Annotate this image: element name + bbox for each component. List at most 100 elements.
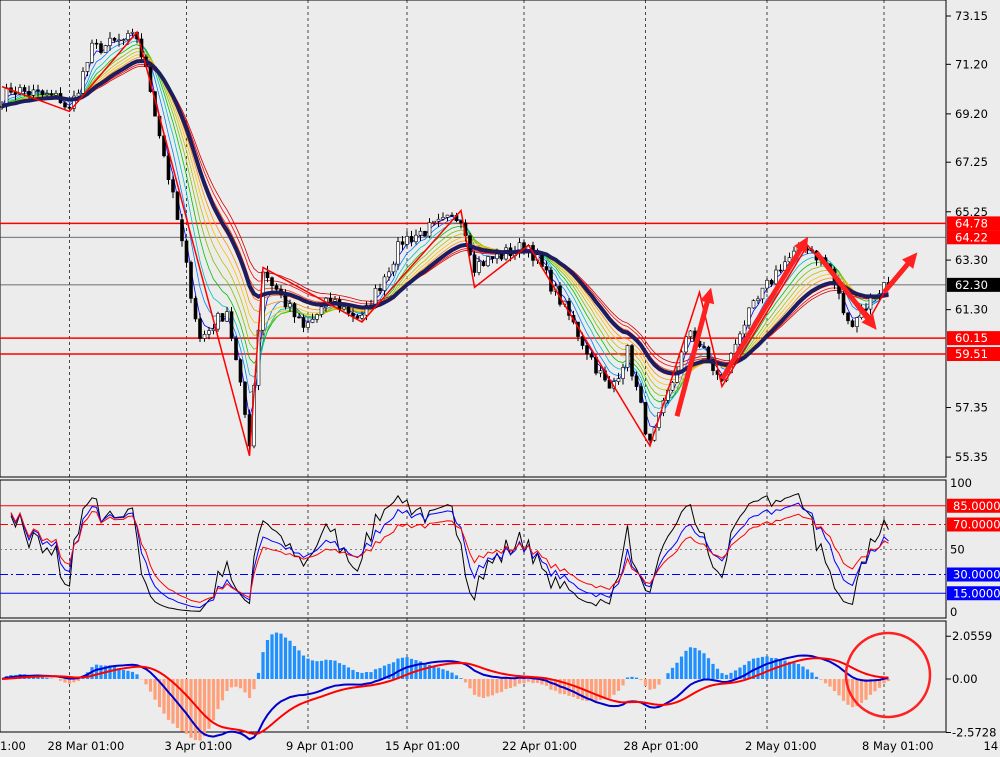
macd-histogram-bar bbox=[643, 679, 648, 687]
candle bbox=[751, 299, 756, 309]
candle-body bbox=[355, 316, 360, 319]
macd-tick-label: 0.00 bbox=[952, 672, 978, 686]
macd-histogram-bar bbox=[283, 637, 288, 679]
candle-body bbox=[126, 33, 130, 40]
macd-histogram-bar bbox=[121, 669, 126, 679]
trading-chart[interactable]: 73.15 71.20 69.20 67.25 65.25 63.30 61.30 57.35… bbox=[0, 0, 1000, 757]
candle-body bbox=[625, 345, 630, 368]
macd-histogram-bar bbox=[733, 670, 738, 679]
macd-histogram-bar bbox=[153, 679, 157, 700]
macd-histogram-bar bbox=[229, 679, 234, 688]
macd-histogram-bar bbox=[76, 679, 81, 681]
macd-histogram-bar bbox=[63, 679, 67, 683]
candle-body bbox=[706, 346, 711, 361]
candle-body bbox=[94, 42, 99, 45]
candle-body bbox=[751, 300, 756, 309]
macd-histogram-bar bbox=[864, 679, 868, 700]
macd-histogram-bar bbox=[346, 667, 351, 679]
candle bbox=[670, 381, 675, 391]
macd-tick-label: -2.5728 bbox=[952, 726, 996, 740]
candle-body bbox=[103, 45, 108, 53]
macd-histogram-bar bbox=[135, 674, 139, 679]
macd-histogram-bar bbox=[396, 658, 400, 679]
macd-histogram-bar bbox=[193, 679, 198, 741]
candle-body bbox=[639, 386, 643, 403]
candle-body bbox=[36, 89, 40, 92]
candle bbox=[486, 255, 490, 268]
candle-body bbox=[850, 320, 855, 327]
rsi-badge-label: 85.0000 bbox=[953, 499, 1000, 513]
candle bbox=[103, 44, 108, 53]
macd-histogram-bar bbox=[211, 679, 216, 721]
macd-histogram-bar bbox=[355, 672, 360, 679]
candle bbox=[90, 39, 94, 64]
candle-body bbox=[621, 367, 625, 379]
price-tick-label: 71.20 bbox=[955, 57, 988, 71]
candle-body bbox=[198, 318, 202, 339]
candle-body bbox=[99, 43, 103, 53]
macd-histogram-bar bbox=[526, 679, 531, 682]
candle-body bbox=[108, 37, 112, 46]
candle-body bbox=[616, 378, 621, 382]
macd-histogram-bar bbox=[589, 679, 594, 701]
candle-body bbox=[499, 253, 504, 260]
candle-body bbox=[405, 236, 409, 245]
macd-histogram-bar bbox=[612, 679, 616, 695]
candle-body bbox=[648, 433, 652, 441]
macd-histogram-bar bbox=[423, 664, 427, 679]
candle bbox=[175, 191, 180, 220]
candle-body bbox=[202, 333, 207, 339]
candle-body bbox=[495, 253, 499, 259]
price-tick-label: 69.20 bbox=[955, 107, 988, 121]
macd-histogram-bar bbox=[531, 679, 535, 684]
macd-histogram-bar bbox=[630, 676, 634, 679]
macd-histogram-bar bbox=[625, 677, 630, 679]
candle-body bbox=[769, 279, 774, 285]
macd-histogram-bar bbox=[477, 679, 481, 697]
candle-body bbox=[738, 333, 742, 345]
candle-body bbox=[40, 90, 45, 96]
macd-histogram-bar bbox=[616, 679, 621, 691]
price-tick-label: 61.30 bbox=[955, 303, 988, 317]
candle-body bbox=[238, 359, 243, 383]
price-badge-label: 59.51 bbox=[955, 347, 988, 361]
macd-histogram-bar bbox=[288, 640, 292, 679]
time-label: 22 Apr 01:00 bbox=[502, 739, 577, 753]
macd-histogram-bar bbox=[828, 679, 832, 687]
candle-body bbox=[747, 307, 751, 326]
candle-body bbox=[432, 220, 436, 223]
macd-histogram-bar bbox=[571, 679, 576, 697]
macd-histogram-bar bbox=[522, 679, 526, 684]
macd-histogram-bar bbox=[837, 679, 841, 696]
macd-histogram-bar bbox=[274, 632, 279, 679]
candle-body bbox=[396, 241, 400, 265]
macd-histogram-bar bbox=[760, 656, 765, 679]
candle-body bbox=[760, 287, 765, 300]
macd-histogram-bar bbox=[814, 676, 819, 679]
candle bbox=[220, 313, 225, 322]
macd-histogram-bar bbox=[450, 672, 454, 679]
macd-histogram-bar bbox=[711, 663, 715, 679]
candle bbox=[625, 344, 630, 372]
candle-body bbox=[184, 240, 189, 263]
macd-histogram-bar bbox=[621, 679, 625, 686]
candle-body bbox=[459, 220, 463, 224]
macd-histogram-bar bbox=[72, 679, 76, 683]
macd-histogram-bar bbox=[333, 660, 337, 679]
price-badge-label: 64.78 bbox=[955, 216, 988, 230]
candle-body bbox=[229, 311, 234, 339]
candle bbox=[166, 152, 171, 185]
macd-histogram-bar bbox=[729, 672, 733, 679]
macd-histogram-bar bbox=[724, 674, 729, 679]
chart-canvas[interactable]: 73.1571.2069.2067.2565.2563.3061.3057.35… bbox=[0, 0, 1000, 757]
candle-body bbox=[63, 102, 67, 108]
candle-body bbox=[27, 91, 31, 96]
macd-histogram-bar bbox=[112, 666, 117, 679]
candle-body bbox=[436, 218, 441, 222]
macd-histogram-bar bbox=[499, 679, 504, 693]
macd-histogram-bar bbox=[202, 679, 207, 737]
candle-body bbox=[85, 62, 90, 72]
macd-histogram-bar bbox=[337, 663, 342, 679]
candle-body bbox=[382, 276, 387, 291]
macd-histogram-bar bbox=[670, 667, 675, 679]
